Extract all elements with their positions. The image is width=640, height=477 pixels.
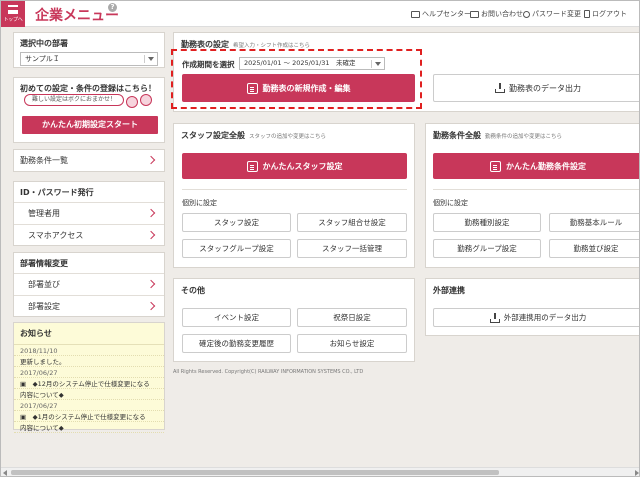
chevron-right-icon xyxy=(146,208,156,218)
app-window: トップへ 企業メニュー ? ヘルプセンター お問い合わせ パスワード変更 ログア… xyxy=(0,0,640,477)
scroll-right-icon[interactable] xyxy=(635,470,639,476)
chevron-right-icon xyxy=(146,230,156,240)
news-date: 2018/11/10 xyxy=(14,345,164,356)
divider xyxy=(433,189,639,190)
scroll-left-icon[interactable] xyxy=(3,470,7,476)
staff-individual-label: 個別に設定 xyxy=(182,199,217,207)
mascot-head-icon xyxy=(140,94,152,106)
conditions-subtitle: 勤務条件の追加や変更はこちら xyxy=(485,134,563,140)
copyright: All Rights Reserved. Copyright(C) RAILWA… xyxy=(173,369,364,375)
dept-select[interactable]: サンプルＩ xyxy=(20,52,158,66)
chevron-right-icon xyxy=(146,301,156,311)
news-item-link[interactable]: 内容について◆ xyxy=(14,422,164,433)
users-icon xyxy=(246,160,258,172)
news-panel: お知らせ 2018/11/10 更新しました。 2017/06/27 ▣ ◆12… xyxy=(13,322,165,433)
chevron-right-icon xyxy=(146,279,156,289)
dept-settings-link[interactable]: 部署設定 xyxy=(14,295,164,317)
page-title: 企業メニュー xyxy=(35,8,119,24)
staff-title: スタッフ設定全般 スタッフの追加や変更はこちら xyxy=(181,131,327,140)
top-menu-button[interactable]: トップへ xyxy=(1,1,25,27)
news-date: 2017/06/27 xyxy=(14,367,164,378)
staff-settings-button[interactable]: スタッフ設定 xyxy=(182,213,291,232)
mail-icon xyxy=(470,10,479,18)
notice-settings-button[interactable]: お知らせ設定 xyxy=(297,334,407,353)
divider xyxy=(182,189,407,190)
news-title: お知らせ xyxy=(14,323,164,345)
speech-bubble: 難しい設定はボクにおまかせ！ xyxy=(24,94,124,106)
work-type-button[interactable]: 勤務種別設定 xyxy=(433,213,541,232)
dept-select-value: サンプルＩ xyxy=(25,55,60,63)
staff-bulk-button[interactable]: スタッフ一括管理 xyxy=(297,239,407,258)
staff-combination-button[interactable]: スタッフ組合せ設定 xyxy=(297,213,407,232)
dept-info-title: 部署情報変更 xyxy=(20,259,68,268)
staff-group-button[interactable]: スタッフグループ設定 xyxy=(182,239,291,258)
chevron-down-icon xyxy=(148,57,154,61)
highlight-frame xyxy=(171,49,422,109)
news-item-link[interactable]: ▣ ◆1月のシステム停止で仕様変更になる xyxy=(14,411,164,422)
download-icon xyxy=(495,83,505,93)
dept-select-card: 選択中の部署 サンプルＩ xyxy=(13,32,165,68)
smartphone-access-link[interactable]: スマホアクセス xyxy=(14,224,164,246)
dept-info-card: 部署情報変更 部署並び 部署設定 xyxy=(13,252,165,317)
easy-setup-start-button[interactable]: かんたん初期設定スタート xyxy=(22,116,158,134)
work-basic-rule-button[interactable]: 勤務基本ルール xyxy=(549,213,639,232)
other-title: その他 xyxy=(181,286,205,295)
lock-icon xyxy=(584,10,590,18)
dept-select-title: 選択中の部署 xyxy=(20,39,68,48)
id-password-card: ID・パスワード発行 管理者用 スマホアクセス xyxy=(13,181,165,246)
work-conditions-card: 勤務条件一覧 xyxy=(13,149,165,172)
external-panel: 外部連携 xyxy=(425,278,639,336)
change-history-button[interactable]: 確定後の勤務変更履歴 xyxy=(182,334,291,353)
nav-logout[interactable]: ログアウト xyxy=(584,9,627,19)
hamburger-icon xyxy=(8,5,18,14)
conditions-title: 勤務条件全般 勤務条件の追加や変更はこちら xyxy=(433,131,563,140)
holiday-settings-button[interactable]: 祝祭日設定 xyxy=(297,308,407,327)
work-group-button[interactable]: 勤務グループ設定 xyxy=(433,239,541,258)
schedule-download-button[interactable]: 勤務表のデータ出力 xyxy=(433,74,639,102)
select-separator xyxy=(144,55,145,63)
nav-password-change[interactable]: パスワード変更 xyxy=(523,9,581,19)
admin-link[interactable]: 管理者用 xyxy=(14,202,164,224)
header: トップへ 企業メニュー ? ヘルプセンター お問い合わせ パスワード変更 ログア… xyxy=(1,1,639,27)
id-password-title: ID・パスワード発行 xyxy=(20,188,94,197)
event-settings-button[interactable]: イベント設定 xyxy=(182,308,291,327)
external-title: 外部連携 xyxy=(433,286,465,295)
conditions-individual-label: 個別に設定 xyxy=(433,199,468,207)
mascot-head-icon xyxy=(126,96,138,108)
external-export-button[interactable]: 外部連携用のデータ出力 xyxy=(433,308,639,327)
news-date: 2017/06/27 xyxy=(14,400,164,411)
news-item-link[interactable]: 内容について◆ xyxy=(14,389,164,400)
nav-contact[interactable]: お問い合わせ xyxy=(470,9,523,19)
work-order-button[interactable]: 勤務並び設定 xyxy=(549,239,639,258)
horizontal-scrollbar[interactable] xyxy=(1,467,639,476)
staff-subtitle: スタッフの追加や変更はこちら xyxy=(249,134,327,140)
work-conditions-link[interactable]: 勤務条件一覧 xyxy=(14,150,164,172)
key-icon xyxy=(523,10,530,18)
top-menu-label: トップへ xyxy=(3,17,23,23)
dept-order-link[interactable]: 部署並び xyxy=(14,273,164,295)
scroll-thumb[interactable] xyxy=(11,470,499,475)
easy-staff-setup-button[interactable]: かんたんスタッフ設定 xyxy=(182,153,407,179)
checklist-icon xyxy=(490,160,501,172)
first-setup-card: 初めての設定・条件の登録はこちら！ 難しい設定はボクにおまかせ！ かんたん初期設… xyxy=(13,77,165,143)
easy-conditions-setup-button[interactable]: かんたん勤務条件設定 xyxy=(433,153,639,179)
help-icon[interactable]: ? xyxy=(108,3,117,12)
nav-help-center[interactable]: ヘルプセンター xyxy=(411,9,471,19)
news-item: 更新しました。 xyxy=(14,356,164,367)
chevron-right-icon xyxy=(146,155,156,165)
book-icon xyxy=(411,10,420,18)
download-icon xyxy=(489,312,500,323)
news-item-link[interactable]: ▣ ◆12月のシステム停止で仕様変更になる xyxy=(14,378,164,389)
mascot-icon xyxy=(126,92,154,112)
